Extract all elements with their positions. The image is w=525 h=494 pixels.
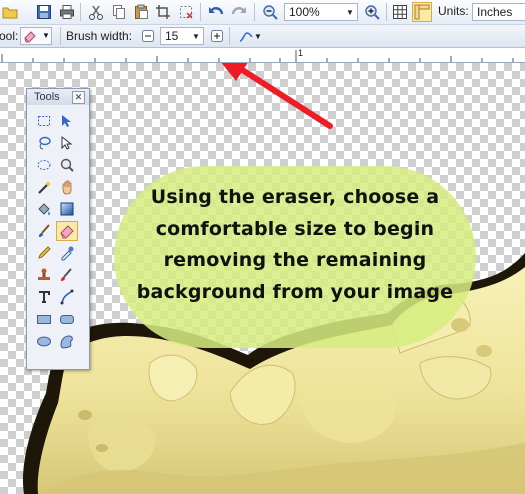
open-icon[interactable] (0, 2, 20, 22)
callout-text: Using the eraser, choose a comfortable s… (136, 186, 454, 303)
line-curve-tool[interactable] (56, 287, 78, 307)
units-label: Units: (438, 4, 469, 18)
recolor-tool[interactable] (56, 265, 78, 285)
clone-stamp-tool[interactable] (33, 265, 55, 285)
toolbar-divider (386, 3, 387, 21)
eraser-tool[interactable] (56, 221, 78, 241)
gradient-tool[interactable] (56, 199, 78, 219)
move-selection-tool[interactable] (56, 111, 78, 131)
pan-tool[interactable] (56, 177, 78, 197)
print-icon[interactable] (57, 2, 77, 22)
lasso-select-tool[interactable] (33, 133, 55, 153)
chevron-down-icon: ▼ (254, 31, 262, 41)
increase-icon[interactable] (207, 26, 227, 46)
chevron-down-icon: ▼ (42, 31, 50, 40)
rectangle-tool[interactable] (33, 309, 55, 329)
brush-width-select[interactable]: 15 ▼ (160, 27, 204, 45)
antialiasing-icon (239, 32, 253, 42)
units-value: Inches (477, 5, 513, 19)
ruler-number: 1 (298, 48, 304, 58)
crop-icon[interactable] (153, 2, 173, 22)
zoom-out-icon[interactable] (260, 2, 280, 22)
color-picker-tool[interactable] (56, 243, 78, 263)
zoom-tool[interactable] (56, 155, 78, 175)
text-tool[interactable] (33, 287, 55, 307)
tools-title: Tools (34, 91, 60, 103)
close-icon[interactable]: ✕ (72, 91, 85, 104)
toolbar-divider (200, 3, 201, 21)
chevron-down-icon[interactable]: ▼ (189, 28, 203, 44)
redo-icon[interactable] (229, 2, 249, 22)
move-selected-tool[interactable] (56, 133, 78, 153)
antialiasing-selector[interactable]: ▼ (236, 26, 264, 46)
units-select[interactable]: Inches (472, 3, 525, 21)
rectangle-select-tool[interactable] (33, 111, 55, 131)
toolbar-divider (254, 3, 255, 21)
tool-options-bar: ool: ▼ Brush width: 15 ▼ ▼ (0, 25, 525, 48)
freeform-shape-tool[interactable] (56, 331, 78, 351)
brush-width-value: 15 (165, 29, 179, 43)
grid-icon[interactable] (390, 2, 410, 22)
tool-label: ool: (0, 29, 19, 43)
horizontal-ruler: 1 (0, 48, 525, 63)
magic-wand-tool[interactable] (33, 177, 55, 197)
paste-icon[interactable] (131, 2, 151, 22)
main-toolbar: 100% ▼ Units: Inches (0, 0, 525, 25)
zoom-value: 100% (289, 5, 320, 19)
toolbar-divider (80, 3, 81, 21)
undo-icon[interactable] (206, 2, 226, 22)
zoom-select[interactable]: 100% ▼ (284, 3, 358, 21)
tools-window: Tools ✕ (26, 88, 90, 370)
chevron-down-icon[interactable]: ▼ (343, 4, 357, 20)
paintbrush-tool[interactable] (33, 221, 55, 241)
brush-width-label: Brush width: (66, 29, 133, 43)
ellipse-tool[interactable] (33, 331, 55, 351)
tools-titlebar[interactable]: Tools ✕ (27, 89, 89, 105)
toolbar-divider (229, 27, 230, 45)
decrease-icon[interactable] (138, 26, 158, 46)
ellipse-select-tool[interactable] (33, 155, 55, 175)
copy-icon[interactable] (109, 2, 129, 22)
ruler-ticks (1, 50, 514, 62)
save-icon[interactable] (34, 2, 54, 22)
toolbar-divider (60, 27, 61, 45)
rounded-rectangle-tool[interactable] (56, 309, 78, 329)
zoom-in-icon[interactable] (362, 2, 382, 22)
instruction-callout: Using the eraser, choose a comfortable s… (114, 166, 476, 348)
rulers-icon[interactable] (412, 2, 432, 22)
deselect-icon[interactable] (176, 2, 196, 22)
tool-selector[interactable]: ▼ (20, 27, 52, 45)
paint-bucket-tool[interactable] (33, 199, 55, 219)
eraser-icon (24, 31, 36, 43)
pencil-tool[interactable] (33, 243, 55, 263)
cut-icon[interactable] (86, 2, 106, 22)
